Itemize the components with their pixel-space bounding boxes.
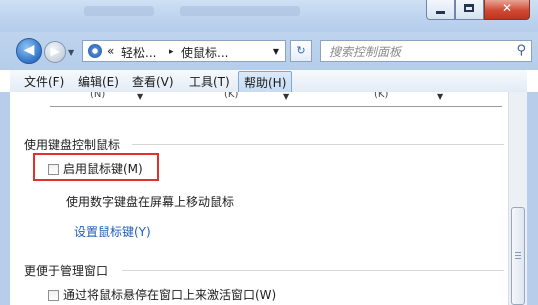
menu-file[interactable]: 文件(F) bbox=[24, 73, 64, 90]
close-icon: ✕ bbox=[501, 1, 513, 15]
menu-view[interactable]: 查看(V) bbox=[132, 73, 174, 90]
window-frame-right bbox=[527, 92, 538, 305]
menu-bar: 文件(F) 编辑(E) 查看(V) 工具(T) 帮助(H) bbox=[10, 70, 527, 94]
control-panel-icon bbox=[88, 44, 102, 58]
address-bar[interactable]: « 轻松... ▸ 使鼠标... ▼ bbox=[82, 40, 286, 62]
grip-icon bbox=[515, 252, 521, 253]
divider bbox=[50, 106, 502, 107]
breadcrumb-mouse-settings[interactable]: 使鼠标... bbox=[181, 44, 228, 61]
cut-off-dropdown[interactable]: ▼ bbox=[134, 92, 148, 102]
cut-off-label: (N) bbox=[90, 92, 106, 100]
cut-off-label: (K) bbox=[374, 92, 389, 100]
recent-pages-dropdown-icon[interactable]: ▼ bbox=[68, 48, 74, 57]
window-frame-left bbox=[0, 92, 10, 305]
forward-button[interactable]: ▶ bbox=[44, 41, 66, 63]
chevron-down-icon: ▼ bbox=[283, 92, 290, 101]
scrollbar-thumb[interactable] bbox=[511, 207, 525, 305]
section-title-keyboard-mouse: 使用键盘控制鼠标 bbox=[24, 138, 121, 152]
cut-off-dropdown[interactable]: ▼ bbox=[434, 92, 448, 102]
navigation-bar: ◀ ▶ ▼ « 轻松... ▸ 使鼠标... ▼ ↻ ⚲ bbox=[0, 32, 538, 70]
setup-mouse-keys-link[interactable]: 设置鼠标键(Y) bbox=[74, 223, 151, 240]
mouse-keys-description: 使用数字键盘在屏幕上移动鼠标 bbox=[66, 195, 235, 209]
back-button[interactable]: ◀ bbox=[16, 38, 42, 64]
hover-activate-label[interactable]: 通过将鼠标悬停在窗口上来激活窗口(W) bbox=[63, 288, 276, 302]
back-arrow-icon: ◀ bbox=[23, 42, 35, 58]
breadcrumb-separator-icon[interactable]: ▸ bbox=[169, 47, 174, 57]
vertical-scrollbar[interactable] bbox=[508, 92, 527, 305]
settings-content: (N) ▼ (K) ▼ (K) ▼ 使用键盘控制鼠标 启用鼠标键(M) 使用数字… bbox=[10, 92, 508, 305]
blurred-title bbox=[84, 6, 154, 16]
window-controls: ✕ bbox=[426, 0, 530, 22]
maximize-button[interactable] bbox=[455, 0, 484, 20]
minimize-icon bbox=[436, 11, 445, 14]
refresh-icon: ↻ bbox=[296, 44, 306, 57]
search-box[interactable]: ⚲ bbox=[320, 40, 532, 62]
forward-arrow-icon: ▶ bbox=[50, 44, 60, 58]
highlight-annotation bbox=[33, 153, 159, 181]
menu-help[interactable]: 帮助(H) bbox=[238, 71, 293, 94]
menu-edit[interactable]: 编辑(E) bbox=[78, 73, 119, 90]
search-icon[interactable]: ⚲ bbox=[516, 43, 526, 58]
cut-off-label: (K) bbox=[224, 92, 239, 100]
section-divider bbox=[132, 144, 504, 145]
chevron-down-icon: ▼ bbox=[137, 92, 144, 101]
maximize-icon bbox=[464, 4, 474, 12]
refresh-button[interactable]: ↻ bbox=[290, 40, 312, 62]
search-input[interactable] bbox=[327, 43, 511, 61]
breadcrumb-overflow-icon[interactable]: « bbox=[107, 44, 114, 58]
title-bar: ✕ bbox=[0, 0, 538, 32]
hover-activate-checkbox[interactable] bbox=[48, 290, 59, 301]
chevron-down-icon: ▼ bbox=[437, 92, 444, 101]
section-title-window-management: 更便于管理窗口 bbox=[24, 264, 109, 278]
address-dropdown-icon[interactable]: ▼ bbox=[273, 47, 279, 56]
blurred-title-2 bbox=[180, 6, 300, 16]
hover-activate-option[interactable]: 通过将鼠标悬停在窗口上来激活窗口(W) bbox=[48, 286, 276, 302]
menu-tools[interactable]: 工具(T) bbox=[189, 73, 230, 90]
breadcrumb-ease-of-access[interactable]: 轻松... bbox=[121, 44, 156, 61]
cut-off-dropdown[interactable]: ▼ bbox=[280, 92, 294, 102]
section-divider bbox=[122, 270, 504, 271]
close-button[interactable]: ✕ bbox=[484, 0, 530, 20]
minimize-button[interactable] bbox=[426, 0, 455, 20]
